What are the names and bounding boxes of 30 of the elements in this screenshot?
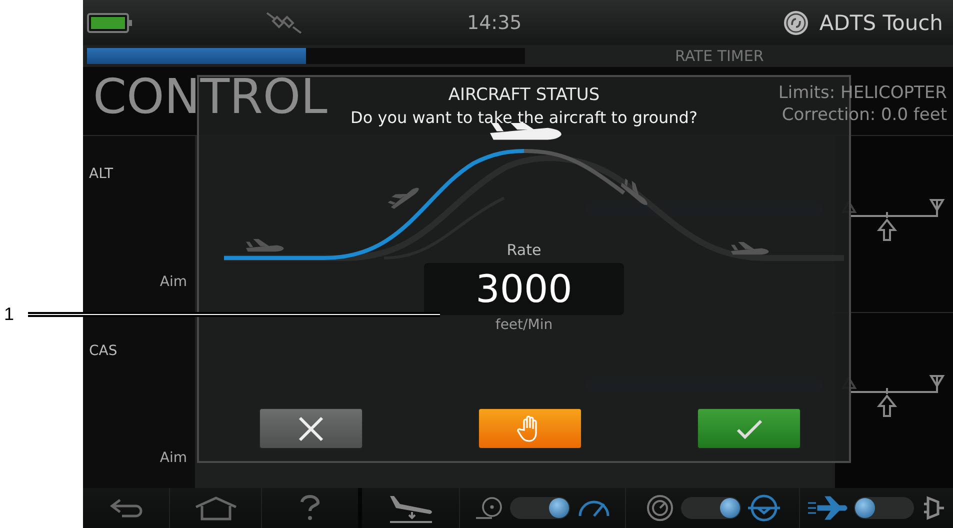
battery-icon bbox=[87, 12, 133, 34]
rate-timer-label: RATE TIMER bbox=[675, 47, 764, 65]
channel-name: CAS bbox=[89, 342, 118, 358]
rate-unit: feet/Min bbox=[495, 317, 553, 333]
home-icon bbox=[194, 495, 238, 521]
cancel-button[interactable] bbox=[259, 408, 363, 449]
back-arrow-icon bbox=[108, 496, 144, 520]
correction-label: Correction: 0.0 feet bbox=[782, 105, 947, 125]
dial-icon bbox=[644, 493, 674, 523]
toggle-switch[interactable] bbox=[854, 497, 914, 519]
toggle-switch[interactable] bbox=[680, 497, 740, 519]
channel-name: ALT bbox=[89, 166, 114, 182]
callout-number: 1 bbox=[4, 304, 14, 325]
limits-label: Limits: HELICOPTER bbox=[778, 83, 947, 103]
aim-label: Aim bbox=[160, 450, 187, 466]
confirm-button[interactable] bbox=[697, 408, 801, 449]
rate-label: Rate bbox=[506, 241, 542, 259]
logo-icon bbox=[783, 10, 810, 36]
aim-label: Aim bbox=[160, 274, 187, 290]
attitude-icon bbox=[746, 493, 780, 523]
rate-field[interactable]: 3000 bbox=[424, 263, 624, 315]
dialog-title: AIRCRAFT STATUS bbox=[448, 85, 600, 105]
dialog-message: Do you want to take the aircraft to ground? bbox=[350, 108, 698, 127]
page-title: CONTROL bbox=[93, 68, 328, 127]
toggle-switch[interactable] bbox=[510, 497, 570, 519]
airplane-icon bbox=[808, 495, 848, 521]
wheel-icon bbox=[474, 496, 504, 520]
clock-time: 14:35 bbox=[467, 12, 522, 34]
product-name: ADTS Touch bbox=[819, 10, 943, 34]
hold-button[interactable] bbox=[478, 408, 582, 449]
